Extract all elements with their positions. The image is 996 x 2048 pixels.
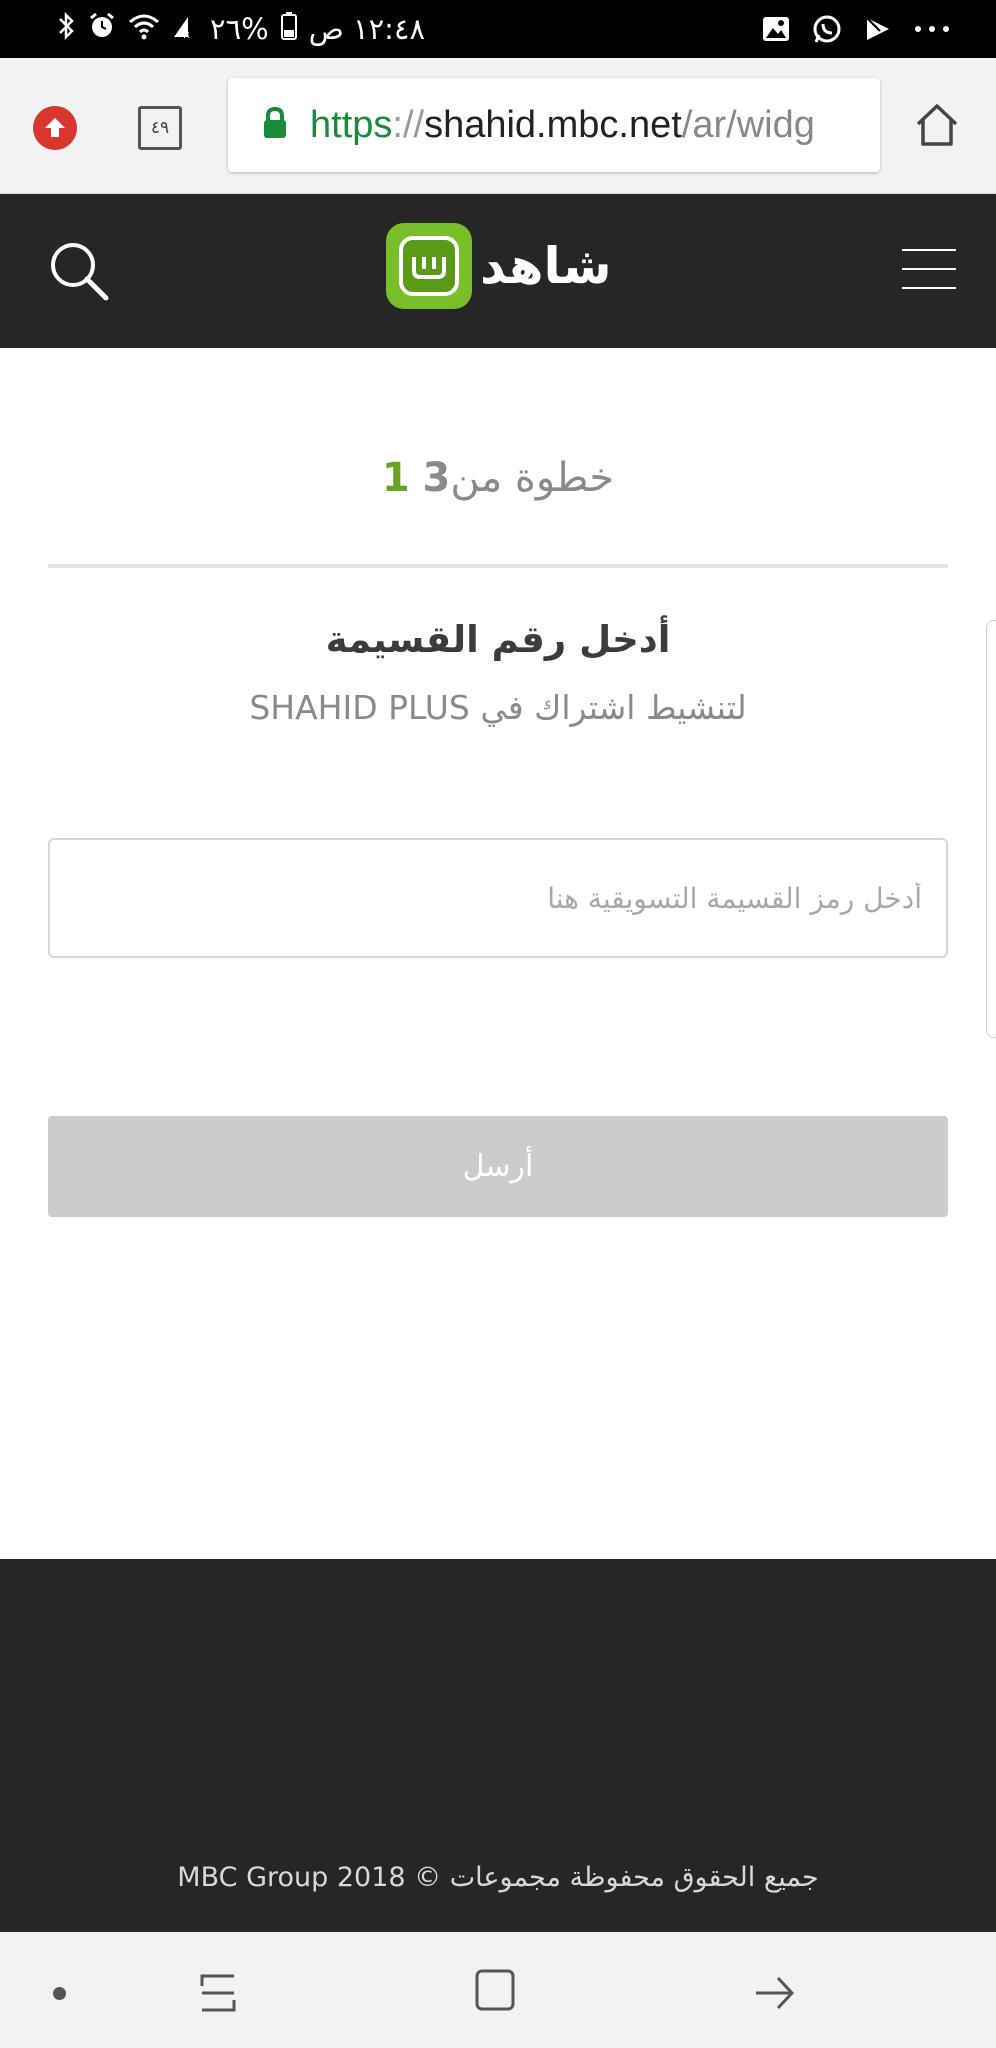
lock-icon xyxy=(262,106,288,143)
shahid-logo-badge xyxy=(386,223,472,309)
wifi-icon xyxy=(128,12,160,47)
svg-text:R: R xyxy=(183,30,190,39)
copyright-text: جميع الحقوق محفوظة مجموعات © MBC Group 2… xyxy=(177,1862,819,1893)
voucher-code-input[interactable] xyxy=(48,838,948,958)
battery-percent: %٢٦ xyxy=(210,12,269,46)
submit-button[interactable]: أرسل xyxy=(48,1116,948,1217)
menu-line xyxy=(902,249,956,251)
logo-text: شاهد xyxy=(480,237,612,295)
status-bar: ١٢:٤٨ ص %٢٦ R xyxy=(0,0,996,58)
back-arrow-icon[interactable] xyxy=(752,1972,798,2018)
shahid-logo[interactable]: شاهد xyxy=(386,223,612,309)
nav-home-icon[interactable] xyxy=(474,1968,516,2016)
url-host: shahid.mbc.net xyxy=(424,103,682,146)
browser-toolbar: ٤٩ https://shahid.mbc.net/ar/widg xyxy=(0,58,996,194)
upload-arrow-icon[interactable] xyxy=(33,106,77,150)
url-text: https://shahid.mbc.net/ar/widg xyxy=(310,104,815,147)
menu-line xyxy=(902,268,956,270)
status-left: ١٢:٤٨ ص %٢٦ R xyxy=(56,0,425,58)
hamburger-menu-icon[interactable] xyxy=(902,249,956,289)
status-right xyxy=(762,0,950,58)
site-header: شاهد xyxy=(0,194,996,348)
nav-dot-icon[interactable] xyxy=(53,1987,66,2000)
image-notification-icon xyxy=(762,16,790,42)
android-nav-bar xyxy=(0,1932,996,2048)
recent-apps-icon[interactable] xyxy=(196,1972,240,2018)
status-time: ١٢:٤٨ ص xyxy=(308,12,426,46)
more-notifications-icon xyxy=(914,24,950,34)
alarm-icon xyxy=(88,12,116,47)
search-icon[interactable] xyxy=(48,240,110,306)
battery-icon xyxy=(280,11,297,47)
url-separator: :// xyxy=(392,103,425,146)
step-current: 1 xyxy=(381,455,410,501)
tab-switcher-button[interactable]: ٤٩ xyxy=(138,106,182,150)
step-total: 3 xyxy=(422,455,451,501)
url-scheme: https xyxy=(310,103,393,146)
form-subheading: لتنشيط اشتراك في SHAHID PLUS xyxy=(249,688,747,727)
form-heading: أدخل رقم القسيمة xyxy=(325,618,671,661)
side-drawer-handle[interactable] xyxy=(986,620,996,1038)
tab-count: ٤٩ xyxy=(150,118,170,138)
address-bar[interactable]: https://shahid.mbc.net/ar/widg xyxy=(228,78,880,172)
home-icon[interactable] xyxy=(914,102,960,152)
url-path: /ar/widg xyxy=(681,103,815,146)
whatsapp-icon xyxy=(812,14,842,44)
step-label: خطوة من xyxy=(450,455,615,501)
menu-line xyxy=(902,287,956,289)
bluetooth-icon xyxy=(56,11,76,48)
shahid-logo-mark-icon xyxy=(399,236,459,296)
signal-icon: R xyxy=(172,12,198,46)
step-progress-bar xyxy=(48,564,948,568)
play-store-icon xyxy=(864,15,892,43)
step-indicator: خطوة من 1 3 xyxy=(0,455,996,501)
